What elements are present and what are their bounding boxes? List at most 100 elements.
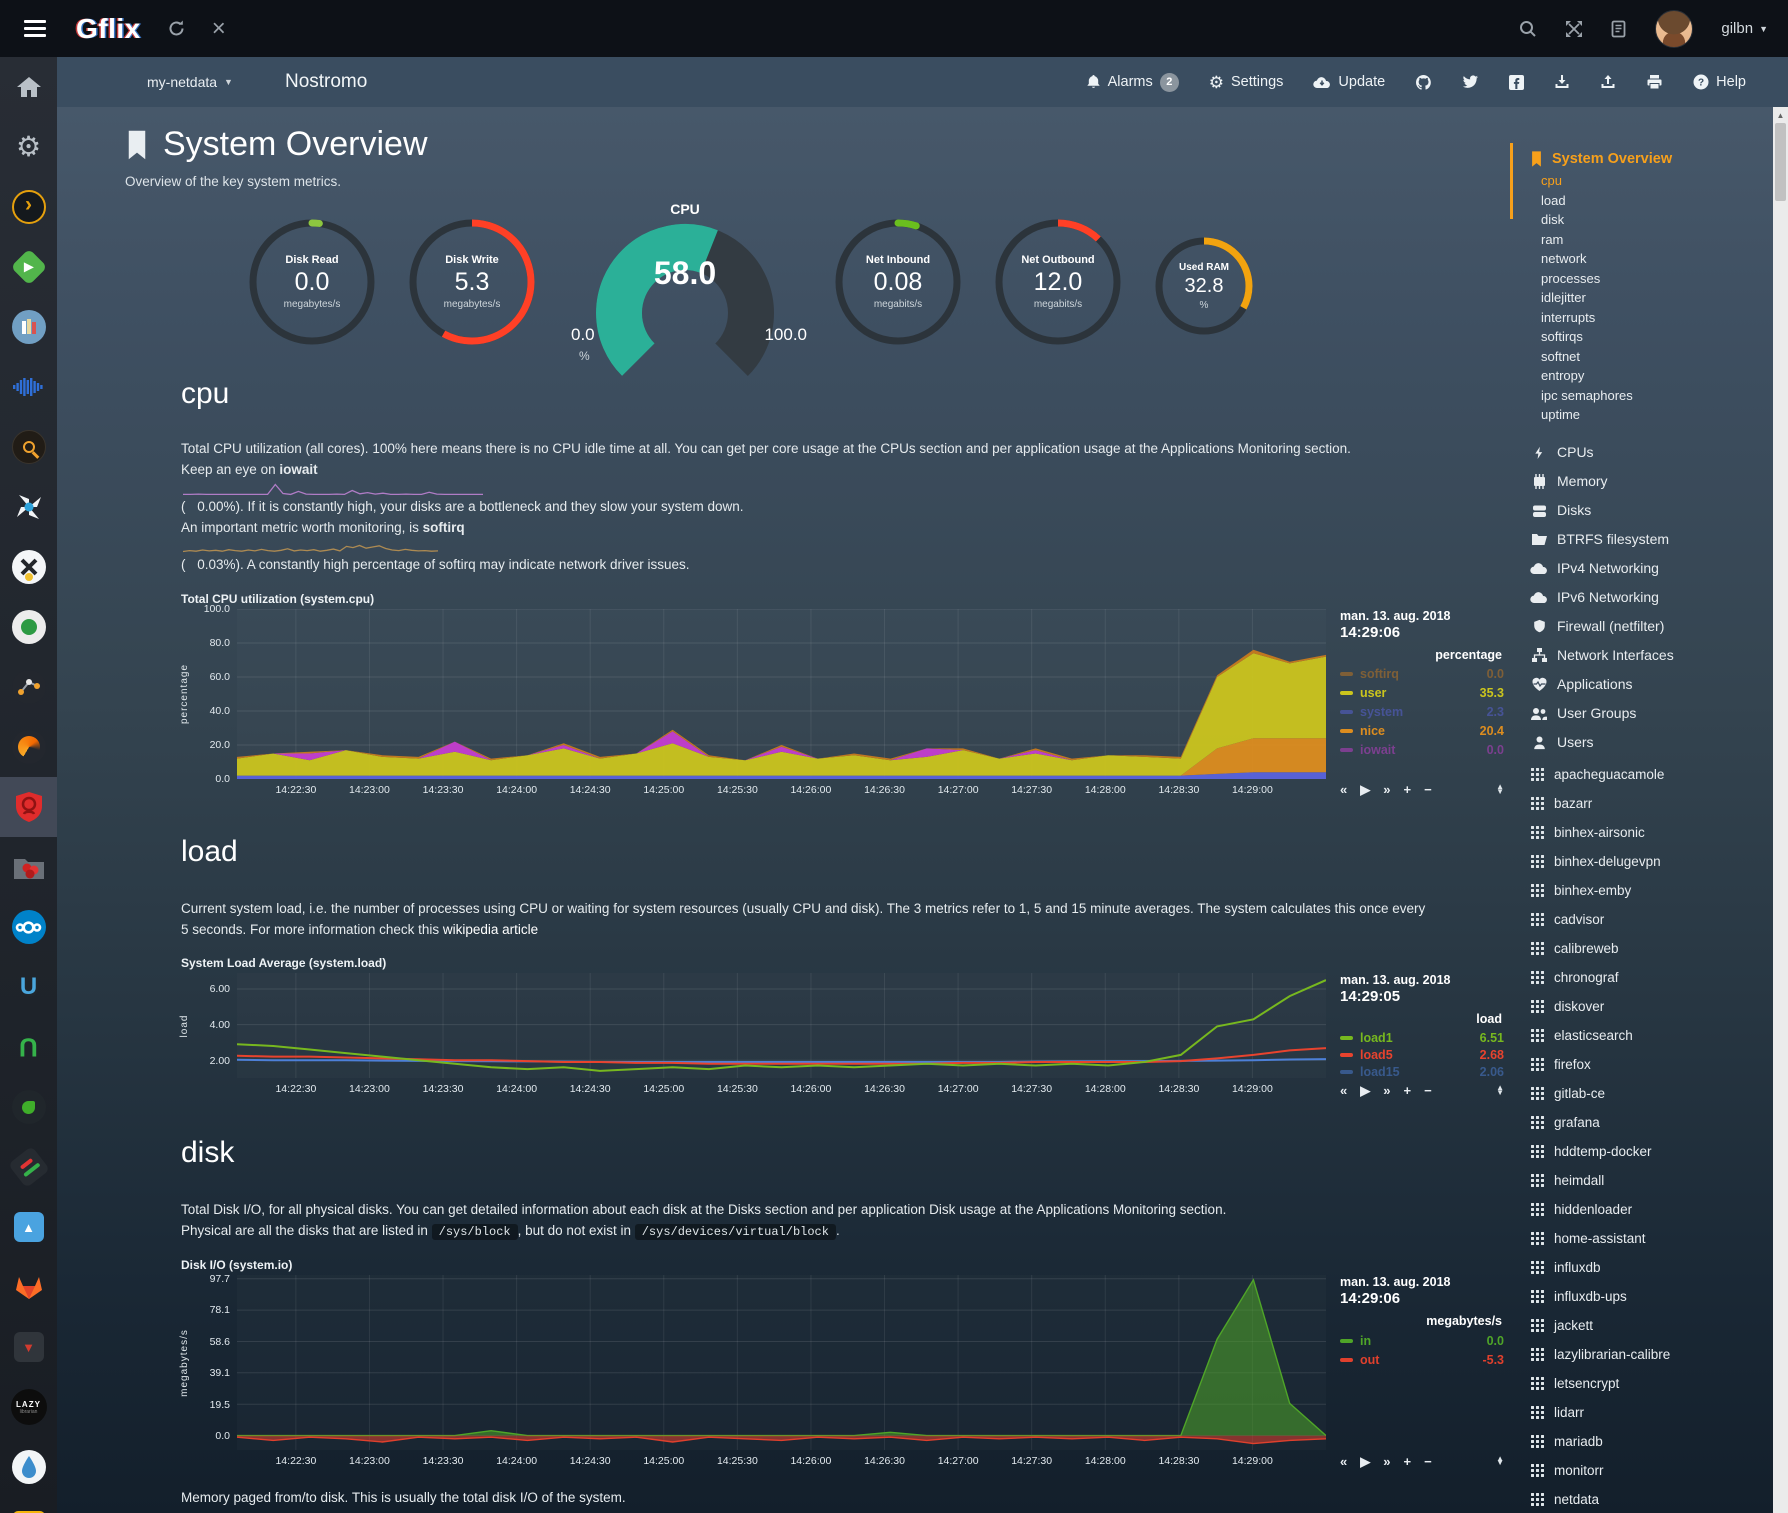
nav-section-disks[interactable]: Disks [1510, 496, 1773, 525]
chart-plot-area[interactable] [237, 609, 1326, 779]
nav-app-influxdb-ups[interactable]: influxdb-ups [1510, 1282, 1773, 1311]
toolbox-zoom-in-icon[interactable]: + [1403, 783, 1411, 796]
sidebar-app-transmission[interactable]: ▼ [0, 1317, 57, 1377]
nav-app-apacheguacamole[interactable]: apacheguacamole [1510, 760, 1773, 789]
nav-app-calibreweb[interactable]: calibreweb [1510, 934, 1773, 963]
toolbox-pan-left-icon[interactable]: « [1340, 1084, 1347, 1097]
fullscreen-icon[interactable] [1565, 20, 1583, 38]
nav-app-monitorr[interactable]: monitorr [1510, 1456, 1773, 1485]
scrollbar-up-arrow[interactable]: ▲ [1773, 107, 1788, 123]
gauge-net-inbound[interactable]: Net Inbound0.08megabits/s [831, 215, 965, 349]
toolbox-pan-right-icon[interactable]: » [1383, 1084, 1390, 1097]
chart-resize-handle[interactable]: ▲▼ [1496, 1457, 1504, 1466]
toolbox-play-icon[interactable]: ▶ [1360, 783, 1370, 796]
sidebar-app-magnet[interactable]: U [0, 1017, 57, 1077]
nav-app-binhex-delugevpn[interactable]: binhex-delugevpn [1510, 847, 1773, 876]
nav-app-hddtemp-docker[interactable]: hddtemp-docker [1510, 1137, 1773, 1166]
chart-plot-area[interactable] [237, 973, 1326, 1078]
download-icon[interactable] [1554, 74, 1570, 90]
nav-app-hiddenloader[interactable]: hiddenloader [1510, 1195, 1773, 1224]
sidebar-app-airsonic[interactable] [0, 357, 57, 417]
toolbox-zoom-out-icon[interactable]: − [1424, 783, 1432, 796]
nav-app-chronograf[interactable]: chronograf [1510, 963, 1773, 992]
upload-icon[interactable] [1600, 74, 1616, 90]
legend-item-out[interactable]: out-5.3 [1340, 1350, 1504, 1369]
nav-app-jackett[interactable]: jackett [1510, 1311, 1773, 1340]
sidebar-app-jackett[interactable] [0, 417, 57, 477]
update-button[interactable]: Update [1313, 74, 1385, 90]
toolbox-play-icon[interactable]: ▶ [1360, 1455, 1370, 1468]
nav-subitem-uptime[interactable]: uptime [1510, 405, 1773, 425]
toolbox-zoom-out-icon[interactable]: − [1424, 1084, 1432, 1097]
toolbox-play-icon[interactable]: ▶ [1360, 1084, 1370, 1097]
nav-subitem-load[interactable]: load [1510, 191, 1773, 211]
nav-app-bazarr[interactable]: bazarr [1510, 789, 1773, 818]
sidebar-app-duplicati[interactable] [0, 1437, 57, 1497]
sidebar-app-grafana[interactable] [0, 717, 57, 777]
nav-subitem-softirqs[interactable]: softirqs [1510, 327, 1773, 347]
sidebar-app-downloads-folder[interactable] [0, 837, 57, 897]
sidebar-app-sabnzbd[interactable]: sab [0, 1497, 57, 1513]
nav-subitem-disk[interactable]: disk [1510, 210, 1773, 230]
toolbox-zoom-in-icon[interactable]: + [1403, 1455, 1411, 1468]
nav-app-cadvisor[interactable]: cadvisor [1510, 905, 1773, 934]
changelog-icon[interactable] [1611, 20, 1627, 38]
gauge-cpu[interactable]: CPU58.00.0100.0% [565, 203, 805, 371]
nav-section-users[interactable]: Users [1510, 728, 1773, 757]
nav-app-mariadb[interactable]: mariadb [1510, 1427, 1773, 1456]
user-avatar[interactable] [1655, 10, 1693, 48]
nav-section-ipv6-networking[interactable]: IPv6 Networking [1510, 583, 1773, 612]
nav-app-binhex-airsonic[interactable]: binhex-airsonic [1510, 818, 1773, 847]
gauge-net-outbound[interactable]: Net Outbound12.0megabits/s [991, 215, 1125, 349]
nav-subitem-cpu[interactable]: cpu [1510, 171, 1773, 191]
nav-app-home-assistant[interactable]: home-assistant [1510, 1224, 1773, 1253]
legend-item-load15[interactable]: load152.06 [1340, 1064, 1504, 1081]
nav-section-applications[interactable]: Applications [1510, 670, 1773, 699]
legend-item-system[interactable]: system2.3 [1340, 703, 1504, 722]
nav-app-letsencrypt[interactable]: letsencrypt [1510, 1369, 1773, 1398]
nav-app-lidarr[interactable]: lidarr [1510, 1398, 1773, 1427]
nav-section-btrfs-filesystem[interactable]: BTRFS filesystem [1510, 525, 1773, 554]
sidebar-app-gitlab[interactable] [0, 1257, 57, 1317]
toolbox-zoom-out-icon[interactable]: − [1424, 1455, 1432, 1468]
search-icon[interactable] [1519, 20, 1537, 38]
nav-app-influxdb[interactable]: influxdb [1510, 1253, 1773, 1282]
sidebar-app-ubooquity[interactable]: U [0, 957, 57, 1017]
sidebar-app-home[interactable] [0, 57, 57, 117]
sidebar-app-settings[interactable]: ⚙ [0, 117, 57, 177]
legend-item-in[interactable]: in0.0 [1340, 1331, 1504, 1350]
sidebar-app-emby[interactable]: ▶ [0, 237, 57, 297]
chart-resize-handle[interactable]: ▲▼ [1496, 785, 1504, 794]
nav-app-lazylibrarian-calibre[interactable]: lazylibrarian-calibre [1510, 1340, 1773, 1369]
gauge-used-ram[interactable]: Used RAM32.8% [1151, 233, 1257, 339]
chart-plot-area[interactable] [237, 1275, 1326, 1450]
nav-subitem-interrupts[interactable]: interrupts [1510, 308, 1773, 328]
nav-section-memory[interactable]: Memory [1510, 467, 1773, 496]
nav-section-firewall-netfilter-[interactable]: Firewall (netfilter) [1510, 612, 1773, 641]
facebook-icon[interactable] [1509, 75, 1524, 90]
legend-item-load1[interactable]: load16.51 [1340, 1029, 1504, 1046]
toolbox-zoom-in-icon[interactable]: + [1403, 1084, 1411, 1097]
nav-section-cpus[interactable]: CPUs [1510, 438, 1773, 467]
legend-item-user[interactable]: user35.3 [1340, 684, 1504, 703]
print-icon[interactable] [1646, 74, 1663, 90]
help-button[interactable]: ? Help [1693, 74, 1746, 90]
sidebar-app-graph[interactable] [0, 657, 57, 717]
nav-section-user-groups[interactable]: User Groups [1510, 699, 1773, 728]
nav-app-heimdall[interactable]: heimdall [1510, 1166, 1773, 1195]
nav-section-network-interfaces[interactable]: Network Interfaces [1510, 641, 1773, 670]
scrollbar-thumb[interactable] [1775, 123, 1786, 201]
hamburger-menu-icon[interactable] [20, 14, 50, 43]
sidebar-app-pinwheel[interactable] [0, 477, 57, 537]
nav-subitem-network[interactable]: network [1510, 249, 1773, 269]
toolbox-pan-left-icon[interactable]: « [1340, 1455, 1347, 1468]
gauge-disk-read[interactable]: Disk Read0.0megabytes/s [245, 215, 379, 349]
nav-subitem-softnet[interactable]: softnet [1510, 347, 1773, 367]
sidebar-app-leaf[interactable] [0, 1077, 57, 1137]
sidebar-app-media-center[interactable] [0, 537, 57, 597]
nav-app-firefox[interactable]: firefox [1510, 1050, 1773, 1079]
nav-subitem-processes[interactable]: processes [1510, 269, 1773, 289]
legend-item-softirq[interactable]: softirq0.0 [1340, 665, 1504, 684]
sidebar-app-plex[interactable]: › [0, 177, 57, 237]
nav-app-diskover[interactable]: diskover [1510, 992, 1773, 1021]
